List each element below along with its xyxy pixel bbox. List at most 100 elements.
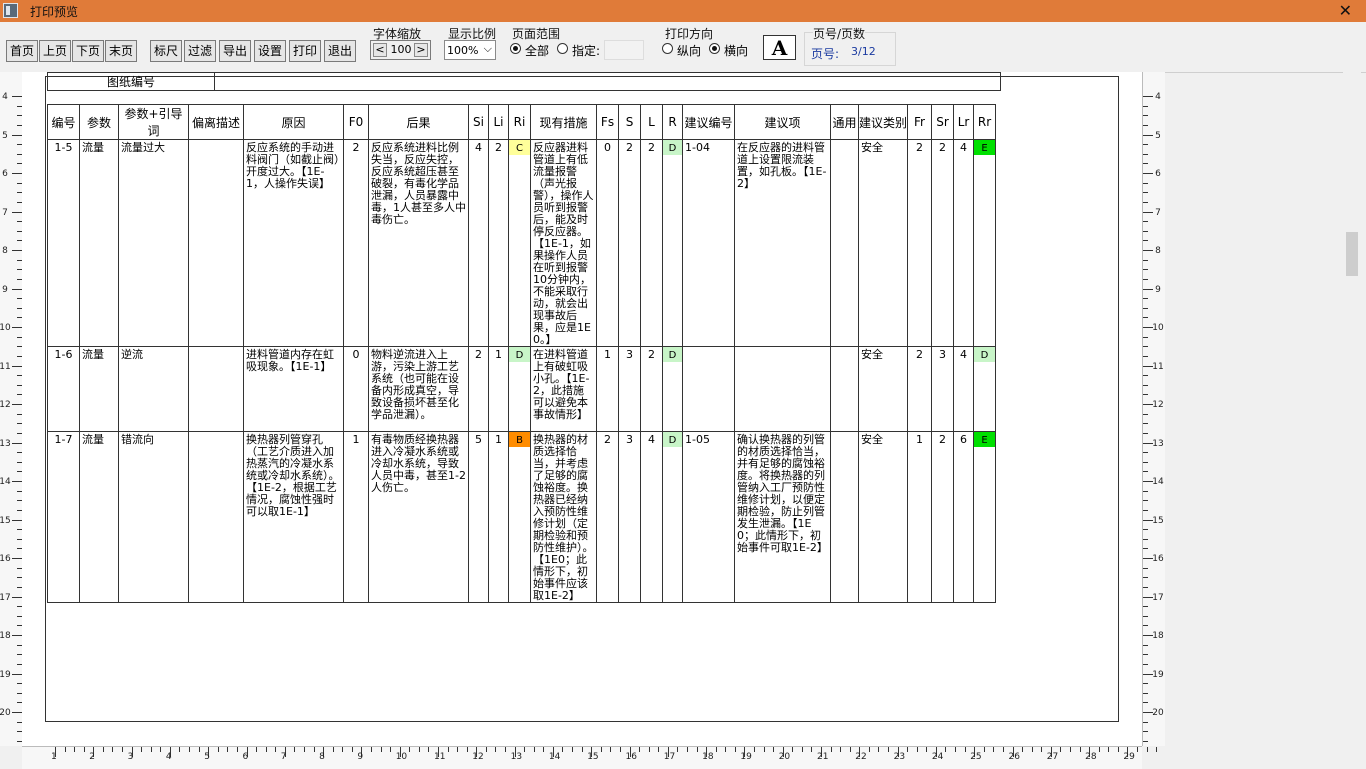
ruler-minor-tick [1143,124,1148,126]
cell-fs: 0 [596,139,619,347]
ruler-minor-tick [1143,163,1148,165]
prev-page-button[interactable]: 上页 [39,40,71,62]
ruler-number: 18 [1152,631,1164,641]
cell-rr: E [973,431,996,603]
ruler-minor-tick [122,747,124,752]
ruler-number: 10 [1152,323,1164,333]
ruler-minor-tick [447,747,449,752]
table-row: 1-7 流量 错流向 换热器列管穿孔（工艺介质进入加热蒸汽的冷凝水系统或冷却水系统）。… [47,431,996,603]
ruler-minor-tick [916,747,918,752]
zoom-select[interactable]: 100% ⌵ [444,40,496,60]
cell-si: 4 [468,139,489,347]
app-icon [3,3,18,18]
ruler-number: 4 [1155,92,1161,102]
cell-f0: 0 [343,346,369,432]
column-header: 参数 [79,104,119,140]
ruler-minor-tick [610,747,612,752]
ruler-minor-tick [619,747,621,752]
ruler-minor-tick [524,747,526,752]
ruler-minor-tick [1143,471,1148,473]
ruler-minor-tick [1143,336,1148,338]
first-page-button[interactable]: 首页 [6,40,38,62]
font-scale-increase[interactable]: > [414,43,428,57]
ruler-minor-tick [1143,384,1148,386]
ruler-minor-tick [505,747,507,752]
ruler-minor-tick [485,747,487,752]
print-page: 图纸编号 编号 参数 参数+引导词 偏离描述 原因 F0 后果 Si Li Ri 现有措施 Fs S L R… [22,72,1142,746]
ruler-minor-tick [112,747,114,752]
ruler-minor-tick [572,747,574,752]
font-scale-value[interactable]: 100 [389,43,413,56]
ruler-minor-tick [955,747,957,752]
ruler-minor-tick [696,747,698,752]
ruler-minor-tick [658,747,660,752]
cell-f0: 2 [343,139,369,347]
ruler-number: 18 [0,631,11,641]
ruler-minor-tick [1143,586,1148,588]
ruler-minor-tick [849,747,851,752]
vertical-scrollbar[interactable] [1343,72,1361,768]
ruler-minor-tick [1143,461,1148,463]
column-header: 偏离描述 [188,104,244,140]
ruler-minor-tick [141,747,143,752]
ruler-minor-tick [294,747,296,752]
ruler-minor-tick [1143,606,1148,608]
filter-button[interactable]: 过滤 [184,40,216,62]
scrollbar-thumb[interactable] [1346,232,1358,276]
cell-si: 5 [468,431,489,603]
ruler-minor-tick [1146,747,1148,752]
ruler-minor-tick [715,747,717,752]
ruler-minor-tick [562,747,564,752]
cell-cause: 进料管道内存在虹吸现象。【1E-1】 [243,346,344,432]
ruler-minor-tick [342,747,344,752]
cell-fr: 2 [907,346,932,432]
ruler-number: 6 [1155,169,1161,179]
ruler-number: 2 [89,752,96,762]
ruler-minor-tick [648,747,650,752]
cell-li: 1 [488,346,509,432]
ruler-minor-tick [543,747,545,752]
export-button[interactable]: 导出 [219,40,251,62]
hazop-table: 编号 参数 参数+引导词 偏离描述 原因 F0 后果 Si Li Ri 现有措施 Fs S L R 建议编号建… [47,104,996,603]
ruler-button[interactable]: 标尺 [150,40,182,62]
font-scale-decrease[interactable]: < [373,43,387,57]
settings-button[interactable]: 设置 [254,40,286,62]
next-page-button[interactable]: 下页 [72,40,104,62]
ruler-number: 5 [1155,130,1161,141]
ruler-minor-tick [840,747,842,752]
ruler-number: 9 [2,284,8,295]
cell-ri: D [508,346,531,432]
ruler-minor-tick [1143,298,1148,300]
print-button[interactable]: 打印 [289,40,321,62]
ruler-minor-tick [888,747,890,752]
close-icon[interactable]: ✕ [1339,1,1352,20]
landscape-radio[interactable] [709,43,720,54]
ruler-number: 12 [0,400,11,410]
cell-sug-no [682,346,735,432]
font-icon[interactable]: A [763,35,796,60]
chevron-down-icon: ⌵ [483,42,492,55]
ruler-minor-tick [1143,192,1148,194]
column-header: Li [488,104,509,140]
column-header: Sr [931,104,954,140]
exit-button[interactable]: 退出 [324,40,356,62]
ruler-minor-tick [639,747,641,752]
page-info: 页号/页数 页号: 3/12 [804,25,896,66]
range-specified-input[interactable] [604,40,644,60]
ruler-minor-tick [418,747,420,752]
ruler-number: 8 [319,752,325,762]
cell-li: 1 [488,431,509,603]
ruler-minor-tick [1143,115,1148,117]
range-all-label: 全部 [525,44,550,58]
ruler-minor-tick [198,747,200,752]
portrait-radio[interactable] [662,43,673,54]
ruler-number: 13 [0,438,11,449]
range-all-radio[interactable] [510,43,521,54]
ruler-minor-tick [1143,615,1148,617]
ruler-minor-tick [150,747,152,752]
last-page-button[interactable]: 末页 [105,40,137,62]
column-header: 后果 [368,104,469,140]
column-header: L [640,104,663,140]
range-specified-radio[interactable] [557,43,568,54]
ruler-minor-tick [1143,278,1148,280]
